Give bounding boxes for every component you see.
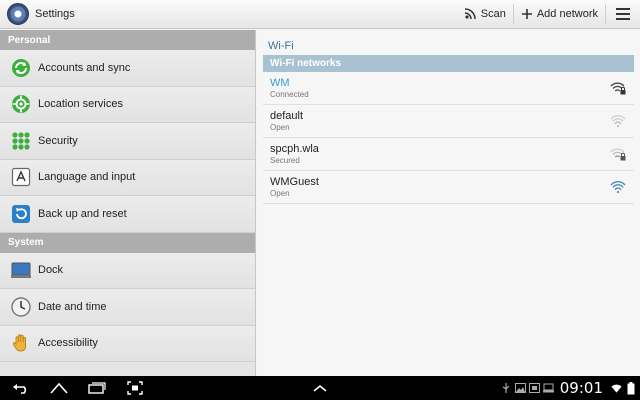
item-language-and-input[interactable]: Language and input	[0, 159, 255, 196]
network-name: WMGuest	[270, 175, 319, 188]
recent-apps-icon	[88, 382, 106, 394]
network-status: Connected	[270, 89, 309, 99]
status-clock: 09:01	[559, 379, 603, 397]
settings-app-icon[interactable]	[7, 3, 29, 25]
network-status: Open	[270, 122, 290, 132]
item-security[interactable]: Security	[0, 123, 255, 160]
menu-icon	[616, 8, 630, 20]
dock-notification-icon	[542, 382, 554, 394]
scan-button[interactable]: Scan	[456, 0, 513, 29]
item-label: Accessibility	[38, 337, 98, 350]
wifi-panel: Wi-Fi Wi-Fi networks WM Connected defaul…	[257, 30, 640, 376]
scan-label: Scan	[480, 8, 506, 20]
wifi-networks-header: Wi-Fi networks	[263, 55, 634, 72]
keyboard-a-icon	[10, 166, 32, 188]
item-label: Security	[38, 134, 78, 147]
system-navigation-bar: 09:01	[0, 376, 640, 400]
network-row[interactable]: WMGuest Open	[263, 171, 634, 204]
item-label: Date and time	[38, 300, 107, 313]
sync-icon	[10, 57, 32, 79]
item-accounts-and-sync[interactable]: Accounts and sync	[0, 50, 255, 87]
section-header-system: System	[0, 232, 255, 253]
item-label: Accounts and sync	[38, 61, 131, 74]
item-location-services[interactable]: Location services	[0, 86, 255, 123]
overflow-menu-button[interactable]	[606, 0, 640, 29]
add-network-button[interactable]: Add network	[514, 0, 605, 29]
app-title[interactable]: Settings	[35, 8, 75, 20]
battery-icon	[625, 381, 636, 394]
item-back-up-and-reset[interactable]: Back up and reset	[0, 196, 255, 233]
plus-icon	[521, 9, 532, 19]
app-tray-button[interactable]	[308, 376, 332, 400]
item-dock[interactable]: Dock	[0, 252, 255, 289]
settings-category-list[interactable]: Personal Accounts and sync Location serv…	[0, 30, 256, 376]
back-button[interactable]	[2, 376, 40, 400]
home-button[interactable]	[40, 376, 78, 400]
section-header-personal: Personal	[0, 30, 255, 50]
item-label: Location services	[38, 98, 123, 111]
action-bar: Settings Scan Add network	[0, 0, 640, 29]
screenshot-notification-icon	[528, 382, 540, 394]
item-label: Back up and reset	[38, 207, 127, 220]
network-status: Open	[270, 188, 290, 198]
dock-icon	[10, 259, 32, 281]
wifi-open-icon	[610, 181, 626, 194]
back-icon	[13, 384, 27, 394]
screen-capture-icon	[127, 381, 143, 395]
home-icon	[50, 382, 68, 394]
status-tray[interactable]: 09:01	[498, 376, 636, 400]
wifi-locked-icon	[610, 82, 626, 95]
recent-apps-button[interactable]	[78, 376, 116, 400]
item-label: Dock	[38, 264, 64, 277]
hand-icon	[10, 332, 32, 354]
network-row[interactable]: WM Connected	[263, 72, 634, 105]
add-network-label: Add network	[536, 8, 598, 20]
network-name: default	[270, 109, 304, 122]
network-row[interactable]: default Open	[263, 105, 634, 138]
screenshot-button[interactable]	[116, 376, 154, 400]
item-label: Language and input	[38, 171, 136, 184]
security-grid-icon	[10, 130, 32, 152]
clock-icon	[10, 296, 32, 318]
wifi-status-icon	[611, 382, 622, 394]
location-icon	[10, 93, 32, 115]
network-name: spcph.wla	[270, 142, 319, 155]
chevron-up-icon	[313, 384, 327, 392]
network-row[interactable]: spcph.wla Secured	[263, 138, 634, 171]
wifi-weak-icon	[610, 115, 626, 128]
network-status: Secured	[270, 155, 300, 165]
wifi-locked-weak-icon	[610, 148, 626, 161]
wifi-title: Wi-Fi	[268, 40, 294, 52]
usb-icon	[501, 382, 512, 394]
network-name: WM	[270, 76, 290, 89]
item-date-and-time[interactable]: Date and time	[0, 289, 255, 326]
backup-icon	[10, 203, 32, 225]
item-accessibility[interactable]: Accessibility	[0, 325, 255, 362]
scan-icon	[464, 8, 476, 20]
gallery-icon	[514, 382, 526, 394]
